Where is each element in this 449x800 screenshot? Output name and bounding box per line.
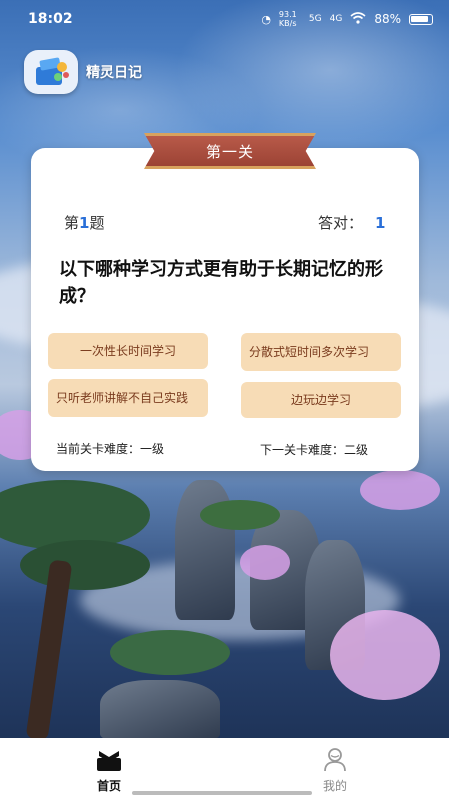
profile-icon bbox=[322, 747, 348, 773]
status-indicators: ◔ 93.1 KB/s 5G 4G 88% bbox=[261, 10, 433, 28]
net-speed: 93.1 KB/s bbox=[278, 10, 297, 28]
status-time: 18:02 bbox=[28, 11, 73, 27]
home-indicator bbox=[132, 791, 312, 795]
app-header: 精灵日记 bbox=[24, 50, 142, 94]
option-b-button[interactable]: 分散式短时间多次学习 bbox=[241, 333, 401, 371]
correct-count-value: 1 bbox=[375, 214, 386, 232]
question-suffix: 题 bbox=[89, 214, 105, 232]
signal-4g: 4G bbox=[329, 14, 343, 24]
question-text: 以下哪种学习方式更有助于长期记忆的形成？ bbox=[59, 259, 383, 307]
signal-5g: 5G bbox=[308, 14, 322, 24]
question-number: 第1题 bbox=[64, 212, 104, 233]
next-difficulty: 下一关卡难度：二级 bbox=[260, 443, 369, 457]
home-icon bbox=[94, 747, 124, 773]
option-d-button[interactable]: 边玩边学习 bbox=[241, 382, 401, 418]
option-c-button[interactable]: 只听老师讲解不自己实践 bbox=[48, 379, 208, 417]
current-difficulty: 当前关卡难度：一级 bbox=[56, 442, 165, 456]
correct-label: 答对： bbox=[318, 214, 364, 232]
correct-count: 答对： 1 bbox=[318, 212, 385, 233]
app-name: 精灵日记 bbox=[86, 65, 142, 81]
question-prefix: 第 bbox=[64, 214, 80, 232]
clock-icon: ◔ bbox=[261, 12, 271, 26]
nav-label-home: 首页 bbox=[96, 779, 121, 793]
battery-icon bbox=[409, 13, 433, 25]
level-title: 第一关 bbox=[205, 142, 254, 161]
app-logo-icon bbox=[24, 50, 78, 94]
status-bar: 18:02 ◔ 93.1 KB/s 5G 4G 88% bbox=[0, 0, 449, 38]
wifi-icon bbox=[350, 11, 366, 27]
nav-label-profile: 我的 bbox=[322, 779, 347, 793]
question-number-value: 1 bbox=[79, 214, 90, 232]
level-ribbon: 第一关 bbox=[144, 133, 316, 169]
battery-percent: 88% bbox=[374, 12, 401, 26]
option-a-button[interactable]: 一次性长时间学习 bbox=[48, 333, 208, 369]
